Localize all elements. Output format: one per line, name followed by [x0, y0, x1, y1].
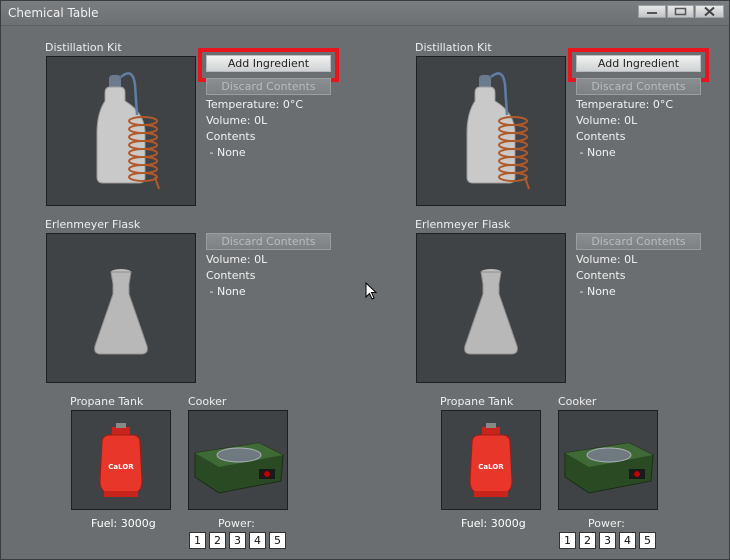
- power-level-4-button[interactable]: 4: [249, 532, 266, 549]
- station-left: Distillation Kit Add Ingredient Discard …: [1, 26, 365, 559]
- discard-contents-button[interactable]: Discard Contents: [576, 78, 701, 95]
- maximize-button[interactable]: [667, 5, 694, 18]
- power-label: Power:: [588, 517, 625, 530]
- mouse-cursor-icon: [365, 282, 378, 300]
- power-level-1-button[interactable]: 1: [559, 532, 576, 549]
- power-level-4-button[interactable]: 4: [619, 532, 636, 549]
- cooker-image: [564, 442, 654, 494]
- flask-contents-label: Contents: [206, 269, 256, 282]
- content-area: Distillation Kit Add Ingredient Discard …: [1, 26, 729, 559]
- chemical-table-window: Chemical Table Distillation Kit Add Ingr…: [0, 0, 730, 560]
- flask-discard-contents-button[interactable]: Discard Contents: [206, 233, 331, 250]
- svg-text:CaLOR: CaLOR: [478, 463, 504, 471]
- distillation-kit-image: [466, 72, 530, 190]
- contents-value: - None: [206, 146, 246, 159]
- minimize-icon: [647, 12, 657, 14]
- fuel-readout: Fuel: 3000g: [91, 517, 156, 530]
- power-level-3-button[interactable]: 3: [229, 532, 246, 549]
- distillation-kit-label: Distillation Kit: [45, 41, 122, 54]
- power-level-1-button[interactable]: 1: [189, 532, 206, 549]
- distillation-kit-slot[interactable]: [416, 56, 566, 206]
- power-level-2-button[interactable]: 2: [209, 532, 226, 549]
- temperature-readout: Temperature: 0°C: [206, 98, 304, 111]
- contents-label: Contents: [576, 130, 626, 143]
- propane-tank-label: Propane Tank: [70, 395, 144, 408]
- erlenmeyer-flask-label: Erlenmeyer Flask: [415, 218, 511, 231]
- cooker-slot[interactable]: [188, 410, 288, 510]
- propane-tank-image: CaLOR: [99, 423, 143, 497]
- erlenmeyer-flask-slot[interactable]: [46, 233, 196, 383]
- svg-text:CaLOR: CaLOR: [108, 463, 134, 471]
- flask-info: Volume: 0L Contents - None: [206, 252, 267, 300]
- window-title: Chemical Table: [8, 6, 99, 20]
- flask-contents-label: Contents: [576, 269, 626, 282]
- minimize-button[interactable]: [638, 5, 666, 18]
- propane-tank-image: CaLOR: [469, 423, 513, 497]
- temperature-readout: Temperature: 0°C: [576, 98, 674, 111]
- distillation-info: Temperature: 0°C Volume: 0L Contents - Non…: [576, 97, 673, 161]
- flask-volume-readout: Volume: 0L: [576, 253, 638, 266]
- erlenmeyer-flask-slot[interactable]: [416, 233, 566, 383]
- maximize-icon: [674, 7, 687, 16]
- distillation-kit-label: Distillation Kit: [415, 41, 492, 54]
- add-ingredient-button[interactable]: Add Ingredient: [576, 55, 701, 72]
- erlenmeyer-flask-image: [464, 269, 518, 355]
- propane-tank-label: Propane Tank: [440, 395, 514, 408]
- power-level-3-button[interactable]: 3: [599, 532, 616, 549]
- cooker-label: Cooker: [188, 395, 227, 408]
- erlenmeyer-flask-image: [94, 269, 148, 355]
- add-ingredient-button[interactable]: Add Ingredient: [206, 55, 331, 72]
- distillation-kit-slot[interactable]: [46, 56, 196, 206]
- flask-contents-value: - None: [576, 285, 616, 298]
- discard-contents-button[interactable]: Discard Contents: [206, 78, 331, 95]
- power-level-2-button[interactable]: 2: [579, 532, 596, 549]
- power-level-5-button[interactable]: 5: [639, 532, 656, 549]
- volume-readout: Volume: 0L: [206, 114, 268, 127]
- flask-volume-readout: Volume: 0L: [206, 253, 268, 266]
- contents-value: - None: [576, 146, 616, 159]
- contents-label: Contents: [206, 130, 256, 143]
- distillation-kit-image: [96, 72, 160, 190]
- cooker-image: [194, 442, 284, 494]
- flask-discard-contents-button[interactable]: Discard Contents: [576, 233, 701, 250]
- volume-readout: Volume: 0L: [576, 114, 638, 127]
- power-label: Power:: [218, 517, 255, 530]
- station-right: Distillation Kit Add Ingredient Discard …: [371, 26, 729, 559]
- distillation-info: Temperature: 0°C Volume: 0L Contents - Non…: [206, 97, 303, 161]
- cooker-label: Cooker: [558, 395, 597, 408]
- close-icon: [704, 6, 715, 17]
- cooker-slot[interactable]: [558, 410, 658, 510]
- close-button[interactable]: [695, 5, 724, 18]
- fuel-readout: Fuel: 3000g: [461, 517, 526, 530]
- power-level-5-button[interactable]: 5: [269, 532, 286, 549]
- propane-tank-slot[interactable]: CaLOR: [71, 410, 171, 510]
- erlenmeyer-flask-label: Erlenmeyer Flask: [45, 218, 141, 231]
- flask-contents-value: - None: [206, 285, 246, 298]
- title-bar[interactable]: Chemical Table: [1, 1, 729, 26]
- propane-tank-slot[interactable]: CaLOR: [441, 410, 541, 510]
- flask-info: Volume: 0L Contents - None: [576, 252, 637, 300]
